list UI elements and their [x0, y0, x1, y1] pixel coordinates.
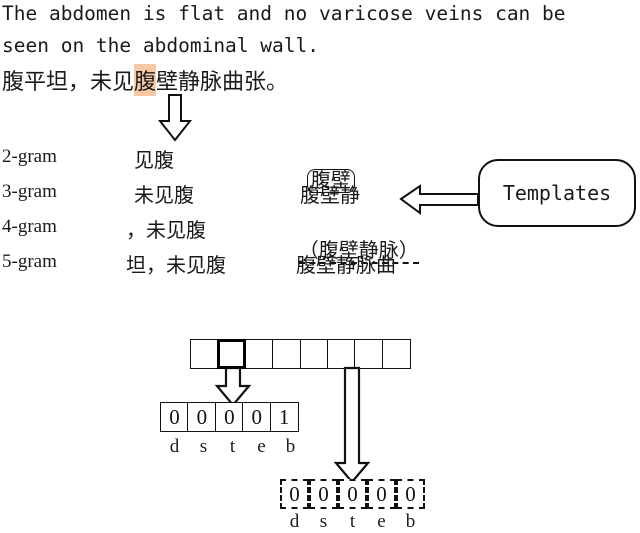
ngram-left-5gram: 坦，未见腹 [126, 253, 226, 277]
dashed-vector-cell[interactable]: 0 [396, 479, 425, 509]
solid-vector-cell[interactable]: 0 [160, 402, 189, 432]
top-strip-cell-active[interactable] [217, 339, 247, 369]
left-arrow-icon-templates [399, 183, 479, 215]
solid-vector-strip[interactable]: 0 0 0 0 1 [160, 402, 299, 432]
dashed-vector-cell[interactable]: 0 [309, 479, 338, 509]
chinese-sentence-prefix: 腹平坦，未见 [2, 70, 135, 95]
solid-vector-label: s [199, 436, 208, 457]
ngram-row-label-4gram: 4-gram [2, 216, 57, 237]
templates-label: Templates [502, 181, 612, 205]
ngram-row-label-2gram: 2-gram [2, 146, 57, 167]
ngram-row-label-3gram: 3-gram [2, 181, 57, 202]
dashed-vector-cell[interactable]: 0 [367, 479, 396, 509]
solid-vector-cell[interactable]: 0 [214, 402, 244, 432]
solid-vector-cell[interactable]: 1 [269, 402, 299, 432]
top-strip-cell[interactable] [272, 339, 302, 369]
solid-vector-cell[interactable]: 0 [242, 402, 272, 432]
ngram-right-3gram: 腹壁静 [300, 183, 360, 207]
top-cell-strip[interactable] [190, 339, 411, 369]
chinese-sentence: 腹平坦，未见腹壁静脉曲张。 [2, 64, 288, 96]
solid-vector-label: t [229, 436, 236, 457]
english-sentence-line-1: The abdomen is flat and no varicose vein… [2, 2, 566, 25]
top-strip-cell-source[interactable] [327, 339, 357, 369]
top-strip-cell[interactable] [190, 339, 219, 369]
top-strip-cell[interactable] [354, 339, 384, 369]
solid-vector-label: b [285, 436, 296, 457]
dashed-vector-cell[interactable]: 0 [280, 479, 309, 509]
down-arrow-icon-sentence-to-ngram [157, 94, 193, 142]
dashed-vector-strip[interactable]: 0 0 0 0 0 [280, 479, 425, 509]
english-sentence-line-2: seen on the abdominal wall. [2, 34, 319, 57]
solid-vector-labels: d s t e b [160, 436, 305, 458]
templates-box[interactable]: Templates [478, 159, 636, 227]
solid-vector-cell[interactable]: 0 [187, 402, 217, 432]
ngram-left-3gram: 未见腹 [134, 183, 194, 207]
top-strip-cell[interactable] [299, 339, 329, 369]
top-strip-cell[interactable] [381, 339, 411, 369]
solid-vector-label: d [169, 436, 180, 457]
chinese-highlighted-char: 腹 [134, 64, 157, 96]
down-arrow-icon-cell-to-solid [214, 366, 252, 407]
dashed-vector-cell[interactable]: 0 [338, 479, 367, 509]
ngram-row-label-5gram: 5-gram [2, 251, 57, 272]
ngram-left-4gram: ，未见腹 [126, 218, 206, 242]
ngram-right-5gram: 腹壁静脉曲 [296, 253, 396, 277]
top-strip-cell[interactable] [244, 339, 274, 369]
chinese-sentence-suffix: 壁静脉曲张。 [156, 70, 289, 95]
long-down-arrow-icon-cell-to-dashed [333, 366, 371, 484]
solid-vector-label: e [257, 436, 266, 457]
ngram-left-2gram: 见腹 [134, 148, 174, 172]
